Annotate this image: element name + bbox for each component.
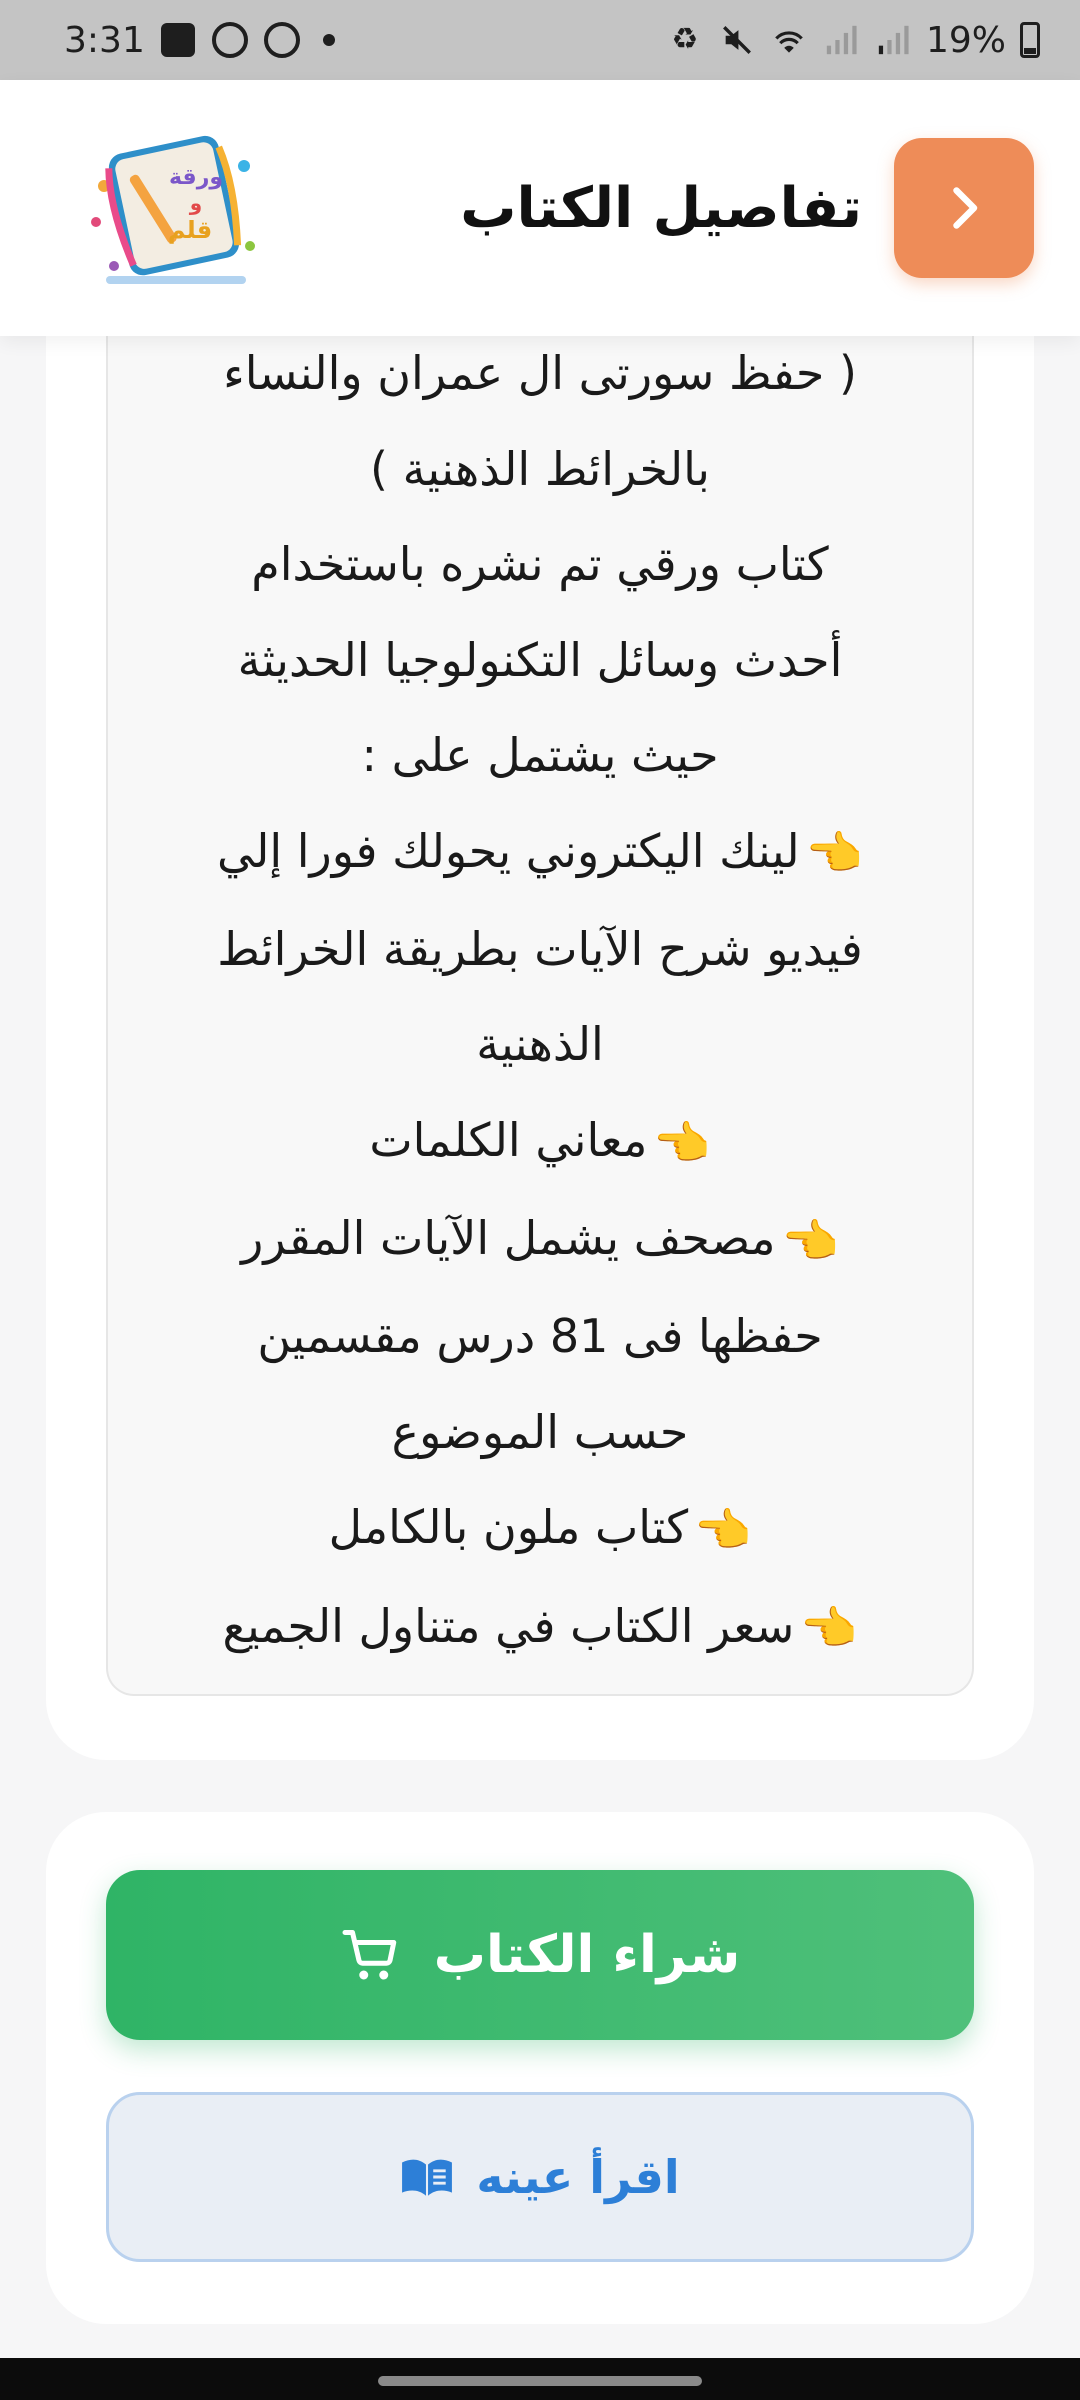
description-line: حسب الموضوع — [108, 1385, 972, 1481]
read-sample-label: اقرأ عينه — [476, 2150, 680, 2204]
description-line-text: فيديو شرح الآيات بطريقة الخرائط — [217, 921, 863, 976]
read-sample-button[interactable]: اقرأ عينه — [106, 2092, 974, 2262]
description-line-text: حيث يشتمل على : — [361, 728, 719, 782]
gallery-icon — [159, 21, 197, 59]
description-line-text: كتاب ملون بالكامل — [328, 1500, 689, 1555]
description-line: 👈معاني الكلمات — [108, 1093, 972, 1191]
book-open-icon — [402, 2159, 453, 2196]
description-text: ( حفظ سورتى ال عمران والنساء بالخرائط الذ… — [108, 326, 972, 1677]
system-nav-bar — [0, 2358, 1080, 2400]
battery-percent: 19% — [925, 19, 1006, 61]
description-box: ( حفظ سورتى ال عمران والنساء بالخرائط الذ… — [106, 290, 974, 1696]
description-line: حيث يشتمل على : — [108, 708, 972, 804]
buy-book-button[interactable]: شراء الكتاب — [106, 1870, 974, 2040]
whatsapp-icon — [211, 21, 249, 59]
pointing-hand-icon: 👈 — [781, 1213, 839, 1268]
status-right: ♻ 19% — [666, 20, 1040, 61]
signal-icon — [874, 21, 912, 59]
description-line-text: حسب الموضوع — [391, 1404, 689, 1459]
whatsapp-icon — [263, 21, 301, 59]
actions-card: شراء الكتاب اقرأ عينه — [46, 1812, 1034, 2324]
description-line-text: أحدث وسائل التكنولوجيا الحديثة — [237, 632, 843, 687]
home-indicator[interactable] — [378, 2376, 702, 2386]
battery-icon — [1020, 22, 1040, 58]
description-line: فيديو شرح الآيات بطريقة الخرائط — [108, 902, 972, 998]
description-line-text: كتاب ورقي تم نشره باستخدام — [251, 537, 829, 591]
wifi-icon — [770, 21, 808, 59]
description-line-text: معاني الكلمات — [369, 1112, 648, 1167]
description-line: بالخرائط الذهنية ) — [108, 422, 972, 518]
status-time: 3:31 — [64, 19, 145, 61]
pointing-hand-icon: 👈 — [800, 1601, 858, 1656]
description-line-text: حفظها فى 81 درس مقسمين — [257, 1309, 823, 1364]
status-bar: 3:31 ♻ 19% — [0, 0, 1080, 80]
description-line: أحدث وسائل التكنولوجيا الحديثة — [108, 613, 972, 709]
description-line-text: سعر الكتاب في متناول الجميع — [222, 1598, 795, 1653]
description-line: حفظها فى 81 درس مقسمين — [108, 1289, 972, 1385]
description-line: كتاب ورقي تم نشره باستخدام — [108, 517, 972, 613]
app-logo: ورقة و قلم — [91, 135, 255, 284]
description-line: ( حفظ سورتى ال عمران والنساء — [108, 326, 972, 422]
description-line: 👈كتاب ملون بالكامل — [108, 1480, 972, 1578]
dot-icon — [322, 34, 335, 46]
back-button[interactable] — [894, 138, 1034, 278]
description-line-text: مصحف يشمل الآيات المقرر — [241, 1211, 776, 1265]
chevron-right-icon — [953, 187, 978, 229]
pointing-hand-icon: 👈 — [805, 826, 863, 881]
logo-text-3: قلم — [168, 216, 212, 244]
pointing-hand-icon: 👈 — [653, 1115, 711, 1170]
description-line-text: ( حفظ سورتى ال عمران والنساء — [223, 346, 857, 400]
description-line-text: لينك اليكتروني يحولك فورا إلي — [217, 823, 800, 878]
logo-text-1: ورقة — [169, 165, 223, 190]
page-title: تفاصيل الكتاب — [460, 175, 862, 241]
cart-icon — [342, 1930, 396, 1980]
buy-book-label: شراء الكتاب — [433, 1925, 741, 1985]
description-line: الذهنية — [108, 997, 972, 1093]
description-line: 👈سعر الكتاب في متناول الجميع — [108, 1579, 972, 1677]
status-left: 3:31 — [64, 20, 335, 61]
description-line: 👈لينك اليكتروني يحولك فورا إلي — [108, 804, 972, 902]
description-line-text: الذهنية — [476, 1017, 604, 1072]
description-card: ( حفظ سورتى ال عمران والنساء بالخرائط الذ… — [46, 290, 1034, 1760]
pointing-hand-icon: 👈 — [694, 1503, 752, 1557]
mute-icon — [718, 21, 756, 59]
description-line-text: بالخرائط الذهنية ) — [370, 441, 710, 496]
description-line: 👈مصحف يشمل الآيات المقرر — [108, 1191, 972, 1289]
logo-text-2: و — [189, 191, 202, 215]
signal-icon — [822, 21, 860, 59]
app-header: تفاصيل الكتاب ورقة و قلم — [0, 80, 1080, 336]
recycle-icon: ♻ — [671, 22, 699, 57]
